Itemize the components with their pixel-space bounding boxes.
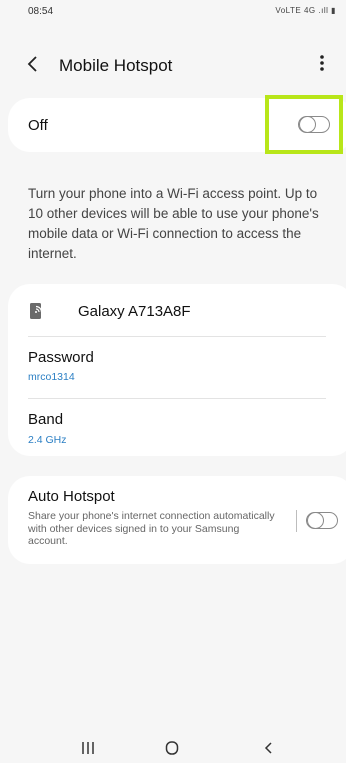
back-chevron-icon[interactable] <box>24 54 44 74</box>
more-vertical-icon[interactable] <box>316 53 328 73</box>
page-title: Mobile Hotspot <box>59 56 173 75</box>
hotspot-details-card: Galaxy A713A8F Password mrco1314 Band 2.… <box>8 284 346 456</box>
password-value: mrco1314 <box>28 371 75 383</box>
toggle-knob <box>299 115 316 133</box>
home-icon[interactable] <box>164 741 180 755</box>
navigation-bar <box>0 735 346 763</box>
password-label: Password <box>28 349 94 366</box>
hotspot-toggle[interactable] <box>298 115 330 133</box>
app-bar: Mobile Hotspot <box>0 40 346 88</box>
status-bar: 08:54 VoLTE 4G .ıll ▮ <box>0 0 346 22</box>
band-label: Band <box>28 411 64 428</box>
hotspot-description: Turn your phone into a Wi-Fi access poin… <box>28 186 319 261</box>
toggle-knob <box>307 511 324 529</box>
auto-hotspot-row[interactable]: Auto Hotspot Share your phone's internet… <box>8 476 346 564</box>
device-name: Galaxy A713A8F <box>78 303 191 320</box>
band-value: 2.4 GHz <box>28 434 67 446</box>
password-row[interactable]: Password mrco1314 <box>8 337 346 395</box>
device-name-row[interactable]: Galaxy A713A8F <box>8 284 346 336</box>
back-icon[interactable] <box>262 741 276 755</box>
phone-hotspot-icon <box>30 303 43 319</box>
status-time: 08:54 <box>28 6 54 17</box>
auto-hotspot-toggle[interactable] <box>306 511 338 529</box>
hotspot-master-switch[interactable]: Off <box>8 98 346 152</box>
status-icons: VoLTE 4G .ıll ▮ <box>275 6 336 15</box>
auto-hotspot-title: Auto Hotspot <box>28 488 115 505</box>
band-row[interactable]: Band 2.4 GHz <box>8 399 346 456</box>
vertical-divider <box>296 510 297 532</box>
recents-icon[interactable] <box>80 741 96 755</box>
master-switch-label: Off <box>28 117 48 134</box>
auto-hotspot-description: Share your phone's internet connection a… <box>28 510 275 547</box>
